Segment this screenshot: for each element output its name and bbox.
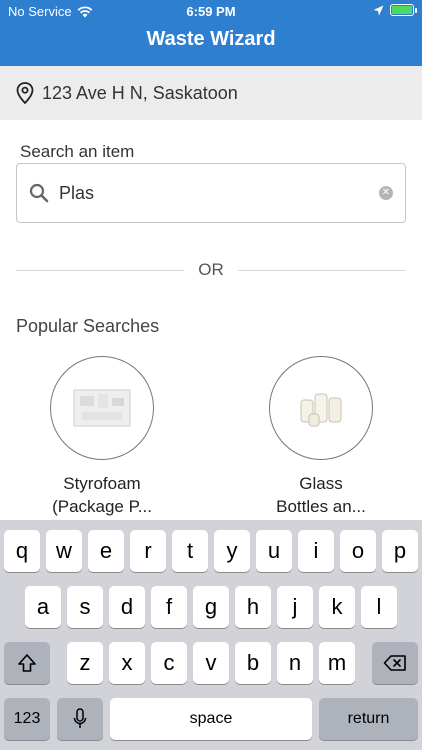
- app-header: No Service 6:59 PM Waste Wizard: [0, 0, 422, 66]
- search-label: Search an item: [20, 142, 135, 161]
- key-w[interactable]: w: [46, 530, 82, 572]
- popular-item-styrofoam[interactable]: Styrofoam (Package P...: [12, 356, 192, 518]
- popular-item-image: [269, 356, 373, 460]
- key-h[interactable]: h: [235, 586, 271, 628]
- search-field[interactable]: ✕: [16, 163, 406, 223]
- status-bar: No Service 6:59 PM: [0, 0, 422, 22]
- backspace-icon: [383, 655, 406, 671]
- popular-item-image: [50, 356, 154, 460]
- popular-item-line1: Glass: [299, 474, 343, 493]
- key-m[interactable]: m: [319, 642, 355, 684]
- key-z[interactable]: z: [67, 642, 103, 684]
- battery-icon: [390, 4, 417, 16]
- key-i[interactable]: i: [298, 530, 334, 572]
- styrofoam-image: [73, 389, 131, 427]
- key-v[interactable]: v: [193, 642, 229, 684]
- keyboard: q w e r t y u i o p a s d f g h j k l z …: [0, 520, 422, 750]
- space-key[interactable]: space: [110, 698, 312, 740]
- dictation-key[interactable]: [57, 698, 103, 740]
- key-j[interactable]: j: [277, 586, 313, 628]
- app-title: Waste Wizard: [146, 28, 276, 50]
- popular-item-caption: Styrofoam (Package P...: [12, 472, 192, 518]
- key-d[interactable]: d: [109, 586, 145, 628]
- key-c[interactable]: c: [151, 642, 187, 684]
- popular-item-line1: Styrofoam: [63, 474, 141, 493]
- map-pin-icon: [16, 82, 34, 104]
- key-k[interactable]: k: [319, 586, 355, 628]
- key-r[interactable]: r: [130, 530, 166, 572]
- key-p[interactable]: p: [382, 530, 418, 572]
- key-f[interactable]: f: [151, 586, 187, 628]
- key-a[interactable]: a: [25, 586, 61, 628]
- popular-item-line2: (Package P...: [52, 497, 152, 516]
- return-key[interactable]: return: [319, 698, 418, 740]
- popular-searches-title: Popular Searches: [16, 316, 160, 336]
- location-arrow-icon: [373, 5, 384, 15]
- divider-line-right: [237, 269, 406, 271]
- key-n[interactable]: n: [277, 642, 313, 684]
- key-q[interactable]: q: [4, 530, 40, 572]
- or-label: OR: [198, 260, 224, 279]
- backspace-key[interactable]: [372, 642, 418, 684]
- status-right: [373, 4, 417, 16]
- key-y[interactable]: y: [214, 530, 250, 572]
- popular-item-line2: Bottles an...: [276, 497, 366, 516]
- key-u[interactable]: u: [256, 530, 292, 572]
- key-g[interactable]: g: [193, 586, 229, 628]
- address-label: 123 Ave H N, Saskatoon: [42, 82, 238, 103]
- divider-line-left: [16, 269, 185, 271]
- search-icon: [29, 183, 49, 203]
- or-divider: OR: [16, 258, 406, 282]
- key-o[interactable]: o: [340, 530, 376, 572]
- search-input[interactable]: [59, 182, 379, 204]
- key-e[interactable]: e: [88, 530, 124, 572]
- key-x[interactable]: x: [109, 642, 145, 684]
- shift-icon: [18, 654, 36, 672]
- popular-item-caption: Glass Bottles an...: [231, 472, 411, 518]
- popular-item-glass[interactable]: Glass Bottles an...: [231, 356, 411, 518]
- clock: 6:59 PM: [186, 4, 236, 19]
- shift-key[interactable]: [4, 642, 50, 684]
- microphone-icon: [73, 708, 87, 728]
- numbers-key[interactable]: 123: [4, 698, 50, 740]
- key-t[interactable]: t: [172, 530, 208, 572]
- key-l[interactable]: l: [361, 586, 397, 628]
- clear-icon[interactable]: ✕: [379, 186, 393, 200]
- location-bar[interactable]: 123 Ave H N, Saskatoon: [0, 66, 422, 120]
- key-s[interactable]: s: [67, 586, 103, 628]
- glass-jars-image: [300, 393, 342, 427]
- key-b[interactable]: b: [235, 642, 271, 684]
